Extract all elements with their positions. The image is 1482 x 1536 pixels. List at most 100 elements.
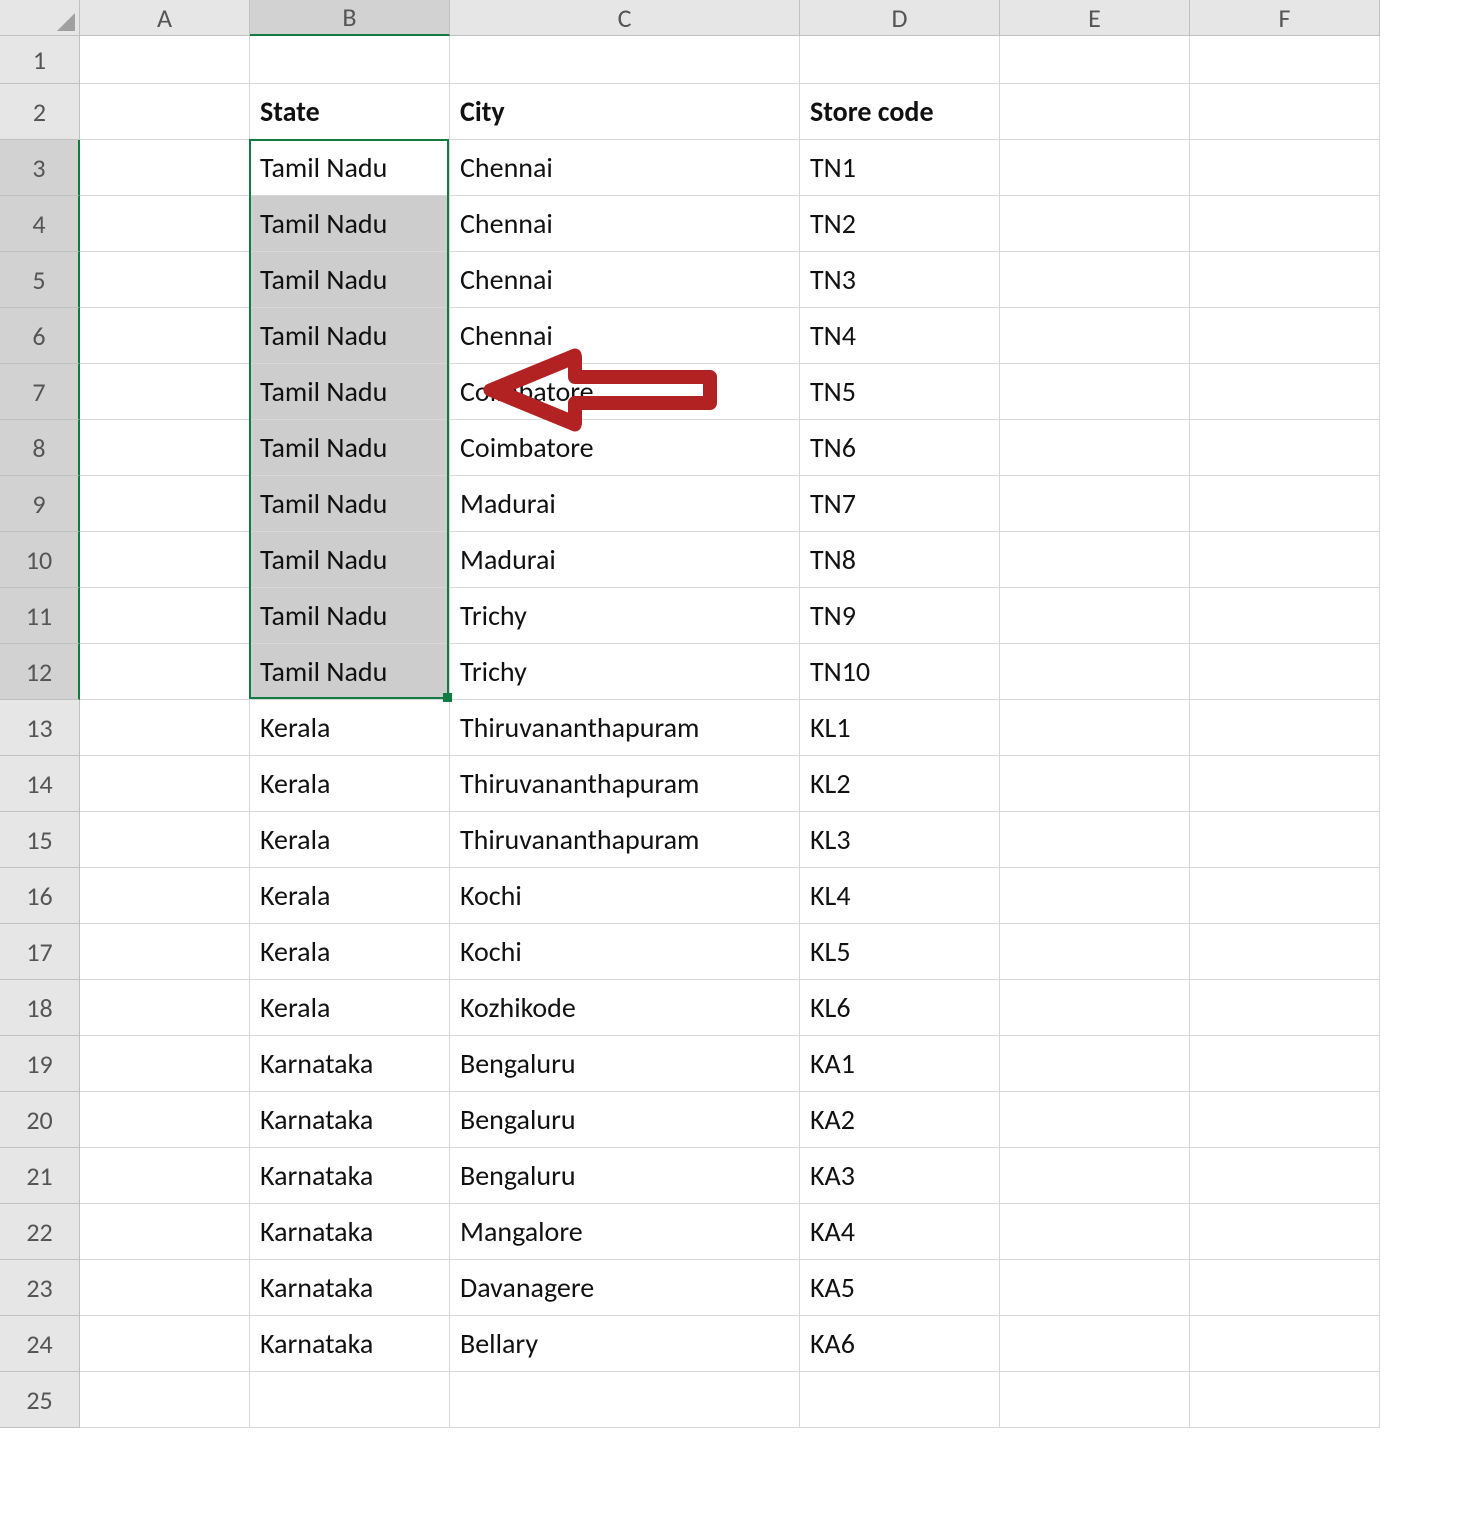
row-header[interactable]: 12 (0, 644, 80, 700)
cell[interactable] (1190, 1316, 1380, 1372)
row-header[interactable]: 5 (0, 252, 80, 308)
cell[interactable] (1000, 756, 1190, 812)
cell-state[interactable]: Karnataka (250, 1204, 450, 1260)
cell-city[interactable]: Thiruvananthapuram (450, 756, 800, 812)
cell-state[interactable]: Tamil Nadu (250, 308, 450, 364)
cell[interactable] (1190, 364, 1380, 420)
cell-city[interactable]: Trichy (450, 588, 800, 644)
cell[interactable] (1000, 1204, 1190, 1260)
cell[interactable] (1190, 644, 1380, 700)
cell[interactable] (800, 1372, 1000, 1428)
cell-state[interactable]: Tamil Nadu (250, 532, 450, 588)
cell-city[interactable]: Chennai (450, 252, 800, 308)
row-header[interactable]: 2 (0, 84, 80, 140)
cell[interactable] (1190, 756, 1380, 812)
cell[interactable] (1190, 84, 1380, 140)
cell[interactable] (1000, 1316, 1190, 1372)
cell-code[interactable]: KL2 (800, 756, 1000, 812)
cell-code[interactable]: KA2 (800, 1092, 1000, 1148)
cell[interactable] (1000, 420, 1190, 476)
cell-city[interactable]: Trichy (450, 644, 800, 700)
cell-code[interactable]: TN9 (800, 588, 1000, 644)
cell[interactable] (1190, 1092, 1380, 1148)
cell-state[interactable]: Tamil Nadu (250, 644, 450, 700)
cell[interactable] (1190, 532, 1380, 588)
cell-state[interactable]: Kerala (250, 980, 450, 1036)
row-header[interactable]: 9 (0, 476, 80, 532)
cell-state[interactable]: Tamil Nadu (250, 252, 450, 308)
row-header[interactable]: 20 (0, 1092, 80, 1148)
cell-code[interactable]: TN1 (800, 140, 1000, 196)
col-header-C[interactable]: C (450, 0, 800, 36)
row-header[interactable]: 4 (0, 196, 80, 252)
cell[interactable] (1000, 140, 1190, 196)
cell[interactable] (1000, 196, 1190, 252)
cell[interactable] (1000, 308, 1190, 364)
cell[interactable] (1000, 36, 1190, 84)
row-header[interactable]: 22 (0, 1204, 80, 1260)
row-header[interactable]: 21 (0, 1148, 80, 1204)
cell[interactable] (1000, 980, 1190, 1036)
cell-city[interactable]: Kozhikode (450, 980, 800, 1036)
row-header[interactable]: 10 (0, 532, 80, 588)
cell-state[interactable]: Karnataka (250, 1092, 450, 1148)
cell[interactable] (1000, 252, 1190, 308)
cell[interactable] (80, 588, 250, 644)
cell[interactable] (1190, 36, 1380, 84)
cell[interactable] (800, 36, 1000, 84)
cell-city[interactable]: Mangalore (450, 1204, 800, 1260)
cell-state[interactable]: Tamil Nadu (250, 420, 450, 476)
cell[interactable] (80, 196, 250, 252)
cell-city[interactable]: Coimbatore (450, 364, 800, 420)
cell[interactable] (80, 700, 250, 756)
row-header[interactable]: 19 (0, 1036, 80, 1092)
cell[interactable] (80, 532, 250, 588)
row-header[interactable]: 24 (0, 1316, 80, 1372)
cell[interactable] (1190, 700, 1380, 756)
row-header[interactable]: 7 (0, 364, 80, 420)
cell[interactable] (1190, 252, 1380, 308)
cell[interactable] (1000, 812, 1190, 868)
cell-code[interactable]: KL6 (800, 980, 1000, 1036)
cell[interactable] (450, 36, 800, 84)
cell-code[interactable]: KL4 (800, 868, 1000, 924)
cell-city[interactable]: Coimbatore (450, 420, 800, 476)
cell[interactable] (250, 1372, 450, 1428)
header-city[interactable]: City (450, 84, 800, 140)
cell[interactable] (80, 1036, 250, 1092)
cell-city[interactable]: Bengaluru (450, 1092, 800, 1148)
cell[interactable] (1190, 1260, 1380, 1316)
cell-code[interactable]: TN7 (800, 476, 1000, 532)
cell[interactable] (1190, 868, 1380, 924)
cell[interactable] (1000, 924, 1190, 980)
cell[interactable] (1000, 364, 1190, 420)
cell-state[interactable]: Tamil Nadu (250, 196, 450, 252)
cell[interactable] (1000, 1148, 1190, 1204)
cell-code[interactable]: KA5 (800, 1260, 1000, 1316)
cell[interactable] (80, 1148, 250, 1204)
cell[interactable] (80, 1092, 250, 1148)
cell-state[interactable]: Kerala (250, 756, 450, 812)
cell-state[interactable]: Karnataka (250, 1036, 450, 1092)
cell-city[interactable]: Davanagere (450, 1260, 800, 1316)
cell[interactable] (1190, 196, 1380, 252)
cell[interactable] (80, 364, 250, 420)
cell-city[interactable]: Chennai (450, 308, 800, 364)
cell[interactable] (80, 980, 250, 1036)
row-header[interactable]: 17 (0, 924, 80, 980)
cell-state[interactable]: Karnataka (250, 1316, 450, 1372)
cell[interactable] (80, 476, 250, 532)
col-header-D[interactable]: D (800, 0, 1000, 36)
cell[interactable] (1000, 588, 1190, 644)
row-header[interactable]: 3 (0, 140, 80, 196)
cell-code[interactable]: KA4 (800, 1204, 1000, 1260)
cell-code[interactable]: TN4 (800, 308, 1000, 364)
cell-state[interactable]: Kerala (250, 700, 450, 756)
row-header[interactable]: 8 (0, 420, 80, 476)
cell-city[interactable]: Bengaluru (450, 1148, 800, 1204)
cell[interactable] (80, 756, 250, 812)
cell[interactable] (80, 252, 250, 308)
col-header-A[interactable]: A (80, 0, 250, 36)
cell-code[interactable]: KL5 (800, 924, 1000, 980)
header-store-code[interactable]: Store code (800, 84, 1000, 140)
